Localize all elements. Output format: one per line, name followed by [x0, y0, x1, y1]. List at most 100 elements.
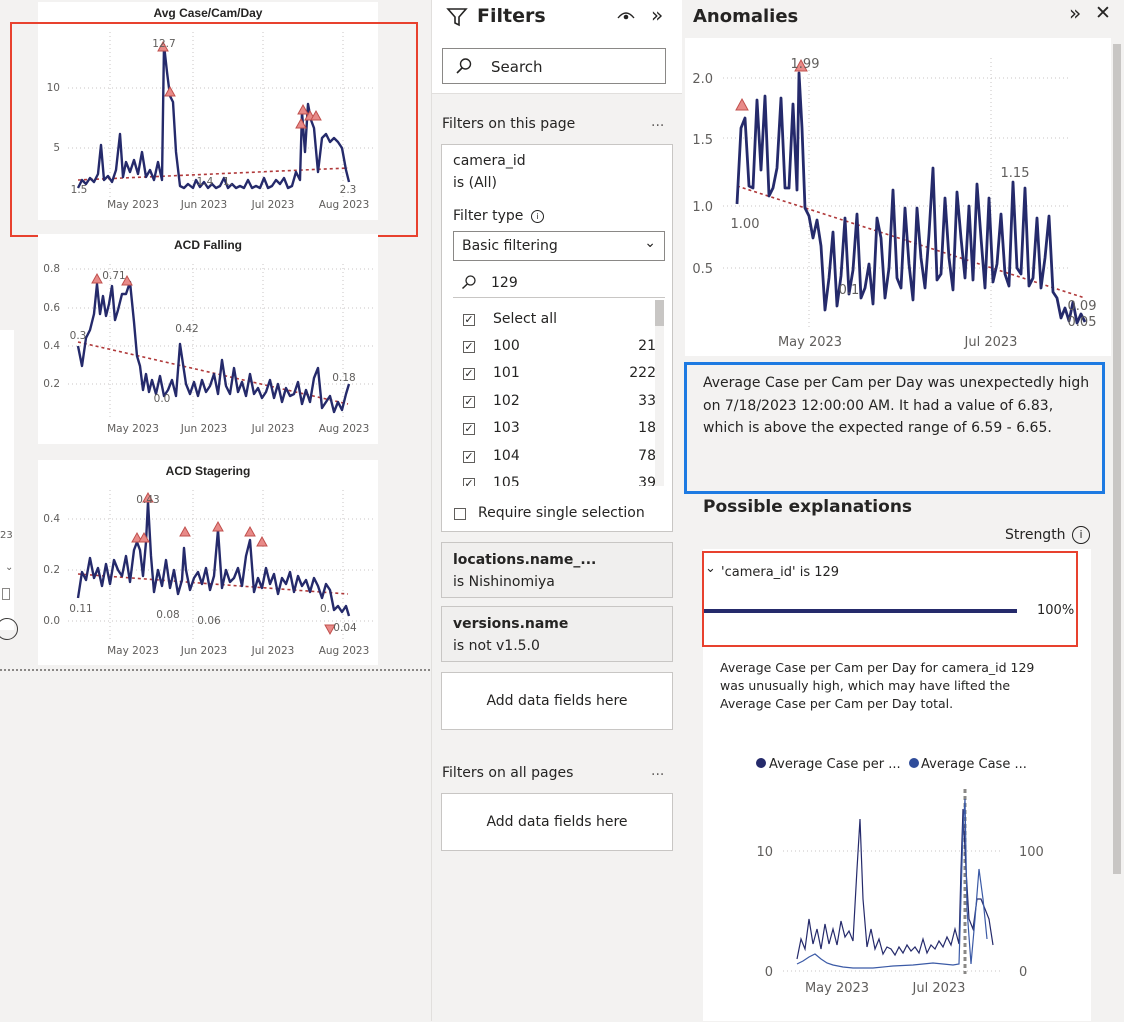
- y-tick: 0.8: [43, 263, 60, 275]
- x-tick: Jul 2023: [964, 335, 1018, 350]
- checkbox-checked[interactable]: ✓: [463, 314, 475, 326]
- add-data-fields-page[interactable]: Add data fields here: [441, 672, 673, 730]
- anomaly-marker: [91, 272, 103, 284]
- anomaly-marker: [179, 525, 191, 537]
- filter-state: is Nishinomiya: [453, 574, 555, 590]
- y-tick-right: 0: [1019, 965, 1027, 980]
- filter-item-row[interactable]: ✓ 101 222: [442, 362, 662, 386]
- filter-item-count: 78: [638, 448, 656, 464]
- eye-icon[interactable]: [616, 9, 636, 23]
- filter-card-locations[interactable]: locations.name_... is Nishinomiya: [441, 542, 673, 598]
- filter-state: is not v1.5.0: [453, 638, 540, 654]
- info-icon[interactable]: i: [1072, 526, 1090, 544]
- y-tick: 0.2: [43, 564, 60, 576]
- anomalies-scrollbar[interactable]: [1112, 38, 1122, 1021]
- checkbox-checked[interactable]: ✓: [463, 451, 475, 463]
- y-tick-left: 10: [756, 845, 773, 860]
- filter-type-dropdown[interactable]: Basic filtering ⌄: [453, 231, 665, 261]
- select-all-row[interactable]: ✓ Select all: [442, 308, 662, 332]
- checkbox-unchecked[interactable]: [454, 508, 466, 520]
- section-label-this-page: Filters on this page: [442, 116, 576, 132]
- series-line: [76, 280, 351, 414]
- filter-item-list: ✓ Select all ✓ 100 21 ✓ 101 222 ✓ 102 33: [442, 300, 664, 486]
- filters-search-input[interactable]: Search: [442, 48, 666, 84]
- small-box-icon: [2, 588, 10, 600]
- checkbox-checked[interactable]: ✓: [463, 341, 475, 353]
- acd-stagering-line-chart: 0.4 0.2 0.0 May 2023 Jun 2023 Jul 2023 A…: [43, 490, 373, 657]
- search-icon: [461, 275, 476, 290]
- more-options-icon[interactable]: ...: [651, 114, 664, 130]
- collapse-filters-icon[interactable]: »: [651, 3, 663, 27]
- acd-falling-line-chart: 0.8 0.6 0.4 0.2 May 2023 Jun 2023 Jul 20…: [43, 263, 373, 435]
- x-tick: Jul 2023: [251, 423, 295, 435]
- data-label: 1.00: [731, 217, 760, 232]
- filter-card-camera-id[interactable]: camera_id is (All) Filter type i Basic f…: [441, 144, 673, 532]
- x-tick: Jun 2023: [180, 423, 227, 435]
- add-data-fields-all[interactable]: Add data fields here: [441, 793, 673, 851]
- x-tick: Jul 2023: [912, 981, 966, 996]
- filter-item-row[interactable]: ✓ 104 78: [442, 445, 662, 469]
- checkbox-checked[interactable]: ✓: [463, 423, 475, 435]
- require-single-row[interactable]: Require single selection: [442, 502, 672, 524]
- x-tick: Jun 2023: [180, 645, 227, 657]
- filter-type-value: Basic filtering: [462, 238, 558, 254]
- scrollbar-thumb[interactable]: [1113, 44, 1121, 874]
- x-tick: May 2023: [107, 423, 159, 435]
- filter-card-versions[interactable]: versions.name is not v1.5.0: [441, 606, 673, 662]
- x-tick: May 2023: [805, 981, 869, 996]
- filter-item-count: 222: [629, 365, 656, 381]
- scrollbar-thumb[interactable]: [655, 300, 664, 326]
- anomaly-chart-card[interactable]: 2.0 1.5 1.0 0.5 May 2023 Jul 2023 1.99 1…: [685, 38, 1111, 356]
- filter-item-label: 104: [493, 448, 520, 464]
- filter-item-count: 18: [638, 420, 656, 436]
- filter-item-row[interactable]: ✓ 103 18: [442, 417, 662, 441]
- filter-item-row[interactable]: ✓ 102 33: [442, 390, 662, 414]
- data-label: 1.99: [791, 57, 820, 72]
- x-tick: May 2023: [778, 335, 842, 350]
- list-scrollbar[interactable]: [655, 300, 664, 486]
- y-tick: 0.0: [43, 615, 60, 627]
- y-tick: 0.2: [43, 378, 60, 390]
- add-fields-label: Add data fields here: [486, 693, 628, 709]
- filter-state: is (All): [453, 175, 497, 191]
- filter-field-name: versions.name: [453, 616, 569, 632]
- chevron-down-icon: ⌄: [644, 235, 656, 251]
- data-label: 0.06: [197, 615, 221, 627]
- acd-stagering-chart-card[interactable]: ACD Stagering 0.4 0.2 0.0 May 2023 Jun 2…: [38, 460, 378, 665]
- possible-explanations-heading: Possible explanations: [703, 497, 913, 517]
- filter-item-row[interactable]: ✓ 100 21: [442, 335, 662, 359]
- anomaly-marker: [212, 520, 224, 532]
- data-label: 0.71: [102, 270, 125, 282]
- filter-type-label: Filter type: [453, 208, 524, 224]
- partial-visual-card: 23: [0, 330, 14, 630]
- anomaly-marker: [735, 97, 749, 111]
- filter-item-count: 39: [638, 475, 656, 486]
- info-icon[interactable]: i: [530, 210, 544, 223]
- acd-falling-chart-card[interactable]: ACD Falling 0.8 0.6 0.4 0.2 May 2023 Jun…: [38, 234, 378, 444]
- series-line: [735, 71, 1087, 325]
- anomaly-line-chart: 2.0 1.5 1.0 0.5 May 2023 Jul 2023 1.99 1…: [692, 57, 1096, 350]
- strength-label: Strength: [1005, 527, 1066, 543]
- y-tick-right: 100: [1019, 845, 1044, 860]
- filter-value-search[interactable]: 129: [453, 269, 665, 298]
- legend-item: Average Case per ...: [769, 757, 901, 772]
- checkbox-checked[interactable]: ✓: [463, 478, 475, 486]
- y-tick: 0.6: [43, 302, 60, 314]
- add-fields-label: Add data fields here: [486, 814, 628, 830]
- data-label: 0.3: [70, 330, 87, 342]
- checkbox-checked[interactable]: ✓: [463, 396, 475, 408]
- search-icon: [456, 58, 472, 74]
- expand-icon[interactable]: »: [1069, 1, 1081, 25]
- circle-icon[interactable]: [0, 618, 18, 640]
- data-label: 0.43: [136, 494, 159, 506]
- more-options-icon[interactable]: ...: [651, 763, 664, 779]
- page-boundary: [0, 669, 430, 671]
- checkbox-checked[interactable]: ✓: [463, 368, 475, 380]
- filter-field-name: camera_id: [453, 153, 526, 169]
- filter-item-row[interactable]: ✓ 105 39: [442, 472, 662, 486]
- close-icon[interactable]: ✕: [1095, 2, 1111, 24]
- y-tick: 0.4: [43, 340, 60, 352]
- highlight-box-explanation: [702, 551, 1078, 647]
- chevron-down-icon[interactable]: ⌄: [5, 562, 13, 573]
- explanation-detail: Average Case per Cam per Day for camera_…: [720, 660, 1035, 711]
